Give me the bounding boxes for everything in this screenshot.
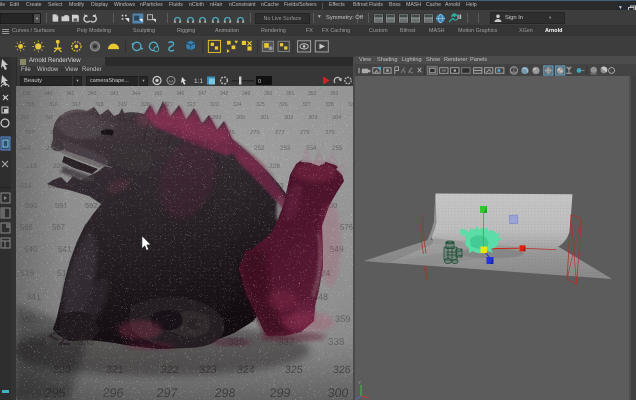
svg-text:1:1: 1:1 <box>194 78 203 85</box>
svg-text:Y: Y <box>358 380 361 385</box>
svg-text:AA: AA <box>168 78 174 83</box>
svg-text:0: 0 <box>258 79 261 85</box>
